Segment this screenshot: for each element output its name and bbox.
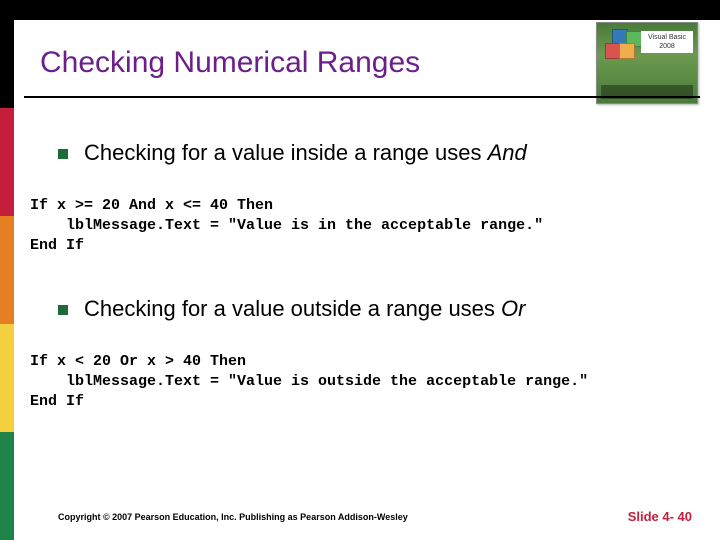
code-block-1: If x >= 20 And x <= 40 Then lblMessage.T…	[30, 196, 543, 256]
bullet-square-icon	[58, 149, 68, 159]
sidebar-color-strip	[0, 0, 14, 540]
copyright-text: Copyright © 2007 Pearson Education, Inc.…	[58, 512, 408, 522]
bullet-1-pre: Checking for a value inside a range uses	[84, 140, 488, 165]
bullet-1-keyword: And	[488, 140, 527, 165]
book-cover-label: Visual Basic 2008	[641, 31, 693, 53]
bullet-1: Checking for a value inside a range uses…	[58, 140, 527, 166]
code-block-2: If x < 20 Or x > 40 Then lblMessage.Text…	[30, 352, 588, 412]
slide-number: Slide 4- 40	[628, 509, 692, 524]
bullet-square-icon	[58, 305, 68, 315]
bullet-2-pre: Checking for a value outside a range use…	[84, 296, 501, 321]
top-black-bar	[14, 0, 720, 20]
book-cover-image: Visual Basic 2008	[596, 22, 698, 104]
bullet-2-text: Checking for a value outside a range use…	[84, 296, 526, 322]
bullet-2-keyword: Or	[501, 296, 525, 321]
title-underline	[24, 96, 700, 98]
bullet-2: Checking for a value outside a range use…	[58, 296, 526, 322]
slide-title: Checking Numerical Ranges	[40, 46, 420, 80]
bullet-1-text: Checking for a value inside a range uses…	[84, 140, 527, 166]
